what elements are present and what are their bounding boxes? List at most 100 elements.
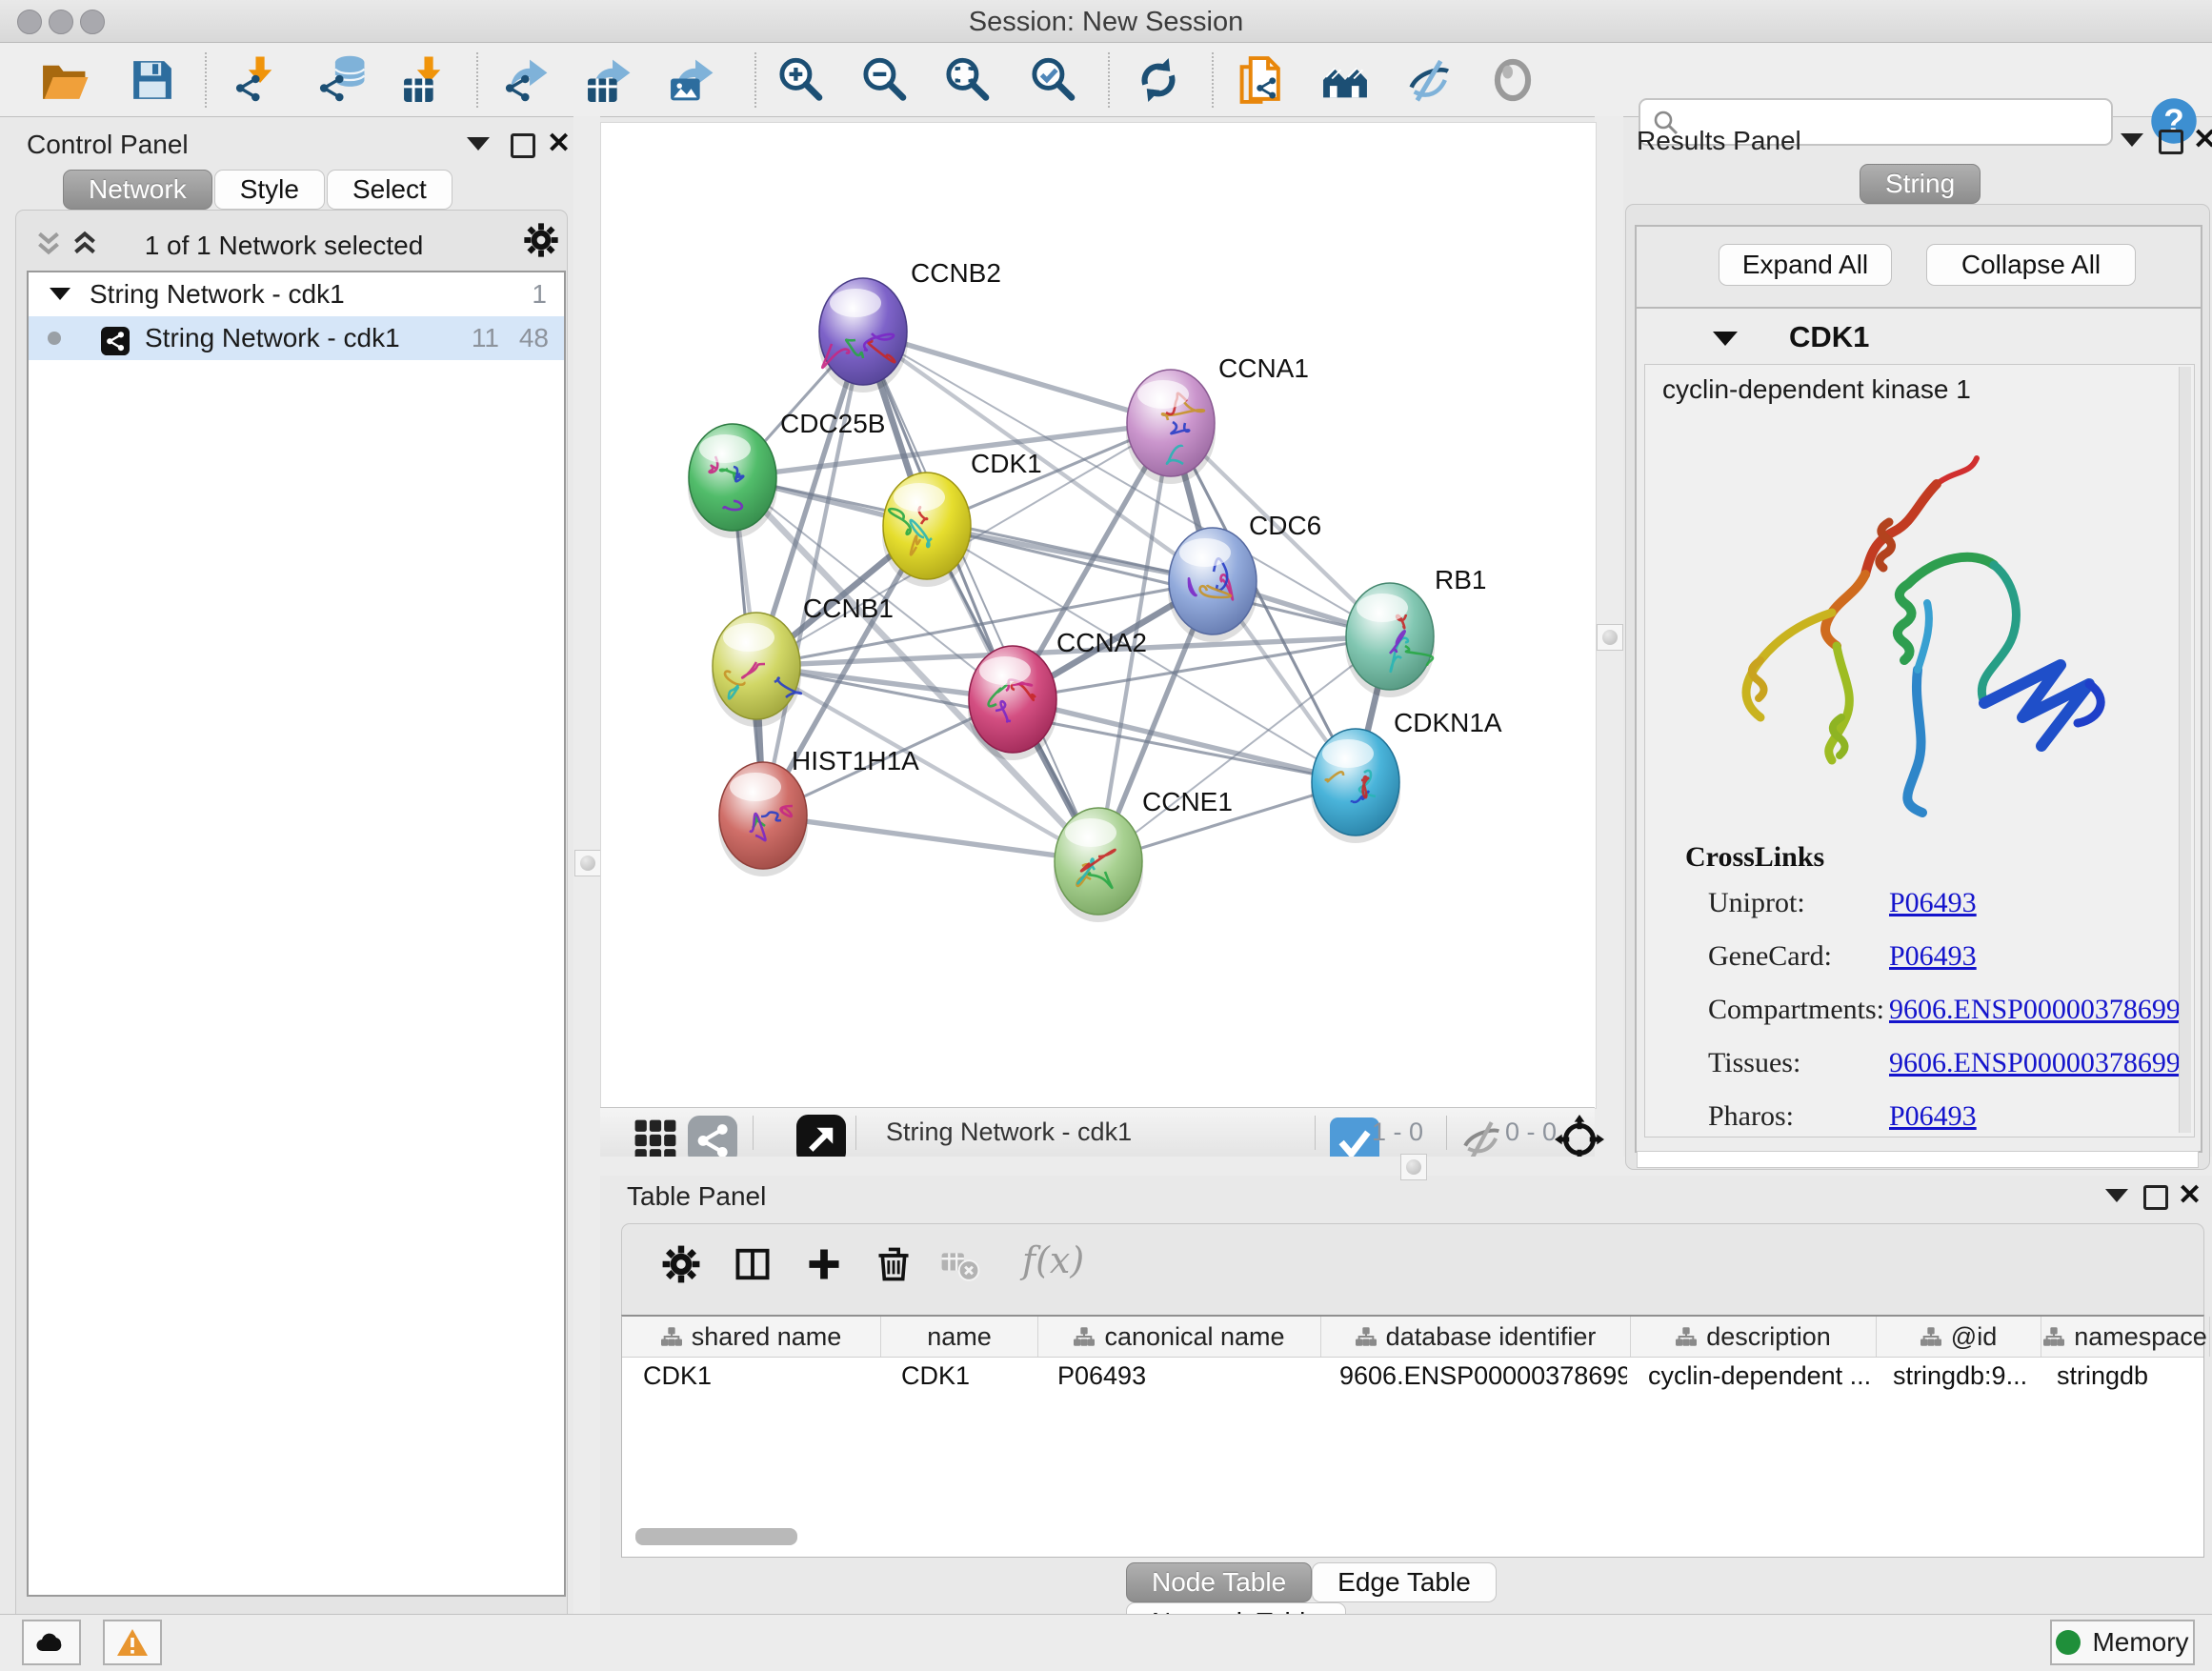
table-cell[interactable]: stringdb:9... xyxy=(1872,1358,2036,1398)
import-database-icon[interactable] xyxy=(316,55,366,105)
close-panel-icon[interactable]: ✕ xyxy=(2193,128,2212,156)
splitter-handle[interactable] xyxy=(574,850,601,876)
warning-button[interactable] xyxy=(103,1620,162,1665)
network-node[interactable]: CDKN1A xyxy=(1311,708,1502,843)
string-badge-icon[interactable] xyxy=(688,1116,724,1152)
network-node[interactable]: HIST1H1A xyxy=(718,746,919,876)
refresh-layout-icon[interactable] xyxy=(1134,55,1183,105)
collapse-panel-icon[interactable] xyxy=(2105,1189,2134,1218)
float-panel-icon[interactable] xyxy=(2143,1185,2172,1214)
delete-column-icon[interactable] xyxy=(873,1243,915,1285)
collapse-panel-icon[interactable] xyxy=(467,137,495,166)
vertical-scrollbar[interactable] xyxy=(2179,367,2191,1133)
zoom-in-icon[interactable] xyxy=(775,55,825,105)
collapse-all-button[interactable]: Collapse All xyxy=(1926,244,2136,286)
network-canvas[interactable]: CCNB2CCNA1CDC25BCDK1CDC6RB1CCNB1CCNA2CDK… xyxy=(600,122,1597,1109)
home-icon[interactable] xyxy=(1320,55,1370,105)
table-cell[interactable]: stringdb xyxy=(2036,1358,2203,1398)
save-session-icon[interactable] xyxy=(128,55,177,105)
network-collection-row[interactable]: String Network - cdk1 1 xyxy=(29,272,564,316)
table-cell[interactable]: P06493 xyxy=(1036,1358,1318,1398)
tab-edge-table[interactable]: Edge Table xyxy=(1312,1562,1497,1602)
left-splitter[interactable] xyxy=(573,116,600,1614)
horizontal-scrollbar-thumb[interactable] xyxy=(635,1528,797,1545)
gear-icon[interactable] xyxy=(660,1243,702,1285)
crosslink-row: Compartments:9606.ENSP00000378699 xyxy=(1708,994,2184,1026)
import-network-icon[interactable] xyxy=(232,55,282,105)
cytoscape-window: Session: New Session ? Control Panel ✕ N… xyxy=(0,0,2212,1671)
memory-button[interactable]: Memory xyxy=(2050,1620,2195,1665)
column-header-name[interactable]: name xyxy=(881,1317,1038,1357)
crosslink-value[interactable]: 9606.ENSP00000378699 xyxy=(1889,994,2181,1026)
network-node[interactable]: CDC6 xyxy=(1168,511,1321,642)
network-graph[interactable]: CCNB2CCNA1CDC25BCDK1CDC6RB1CCNB1CCNA2CDK… xyxy=(601,123,1596,1111)
table-cell[interactable]: CDK1 xyxy=(622,1358,880,1398)
table-cell[interactable]: CDK1 xyxy=(880,1358,1036,1398)
zoom-out-icon[interactable] xyxy=(859,55,909,105)
cloud-button[interactable] xyxy=(22,1620,81,1665)
add-column-icon[interactable] xyxy=(803,1243,845,1285)
section-expander-icon[interactable] xyxy=(1713,332,1738,346)
selected-checkbox-icon[interactable] xyxy=(1330,1117,1360,1148)
import-table-icon[interactable] xyxy=(401,55,451,105)
crosslink-value[interactable]: 9606.ENSP00000378699 xyxy=(1889,1047,2181,1079)
network-node[interactable]: CCNB2 xyxy=(818,258,1001,393)
grid-view-icon[interactable] xyxy=(631,1116,667,1152)
birds-eye-view-icon[interactable] xyxy=(796,1115,835,1153)
clear-table-icon[interactable] xyxy=(939,1243,981,1285)
hide-graphics-details-icon[interactable] xyxy=(1404,55,1454,105)
columns-icon[interactable] xyxy=(732,1243,774,1285)
network-node[interactable]: RB1 xyxy=(1345,565,1486,697)
right-splitter[interactable] xyxy=(1595,116,1623,1174)
expand-collapse-box: Expand All Collapse All xyxy=(1635,225,2202,309)
zoom-fit-icon[interactable] xyxy=(942,55,992,105)
fit-content-icon[interactable] xyxy=(1555,1115,1593,1153)
splitter-handle[interactable] xyxy=(1597,624,1623,651)
table-cell[interactable]: 9606.ENSP00000378699 xyxy=(1318,1358,1627,1398)
float-panel-icon[interactable] xyxy=(2159,130,2187,158)
toolbar-separator xyxy=(1212,52,1214,108)
function-icon[interactable]: f(x) xyxy=(1022,1239,1084,1281)
tab-style[interactable]: Style xyxy=(214,170,325,210)
close-panel-icon[interactable]: ✕ xyxy=(547,131,575,160)
table-row[interactable]: CDK1CDK1P064939606.ENSP00000378699cyclin… xyxy=(622,1358,2203,1398)
column-header-namespace[interactable]: namespace xyxy=(2041,1317,2210,1357)
tab-select[interactable]: Select xyxy=(327,170,452,210)
gene-name: CDK1 xyxy=(1789,320,1869,354)
export-network-icon[interactable] xyxy=(502,55,552,105)
tab-node-table[interactable]: Node Table xyxy=(1126,1562,1312,1602)
tab-string[interactable]: String xyxy=(1860,164,1981,204)
network-node[interactable]: CCNE1 xyxy=(1054,787,1233,922)
zoom-selected-icon[interactable] xyxy=(1028,55,1077,105)
network-node[interactable]: CDC25B xyxy=(688,409,885,538)
column-header-shared-name[interactable]: shared name xyxy=(622,1317,881,1357)
column-header--id[interactable]: @id xyxy=(1877,1317,2041,1357)
network-node[interactable]: CCNA1 xyxy=(1126,353,1309,484)
current-network-dot-icon xyxy=(48,332,61,345)
main-toolbar: ? xyxy=(0,43,2212,117)
float-panel-icon[interactable] xyxy=(511,133,539,162)
collapse-panel-icon[interactable] xyxy=(2121,133,2149,162)
collapse-all-icon[interactable] xyxy=(34,229,63,257)
column-header-canonical-name[interactable]: canonical name xyxy=(1038,1317,1321,1357)
crosslink-value[interactable]: P06493 xyxy=(1889,887,1977,919)
show-graphics-details-icon[interactable] xyxy=(1488,55,1538,105)
export-table-icon[interactable] xyxy=(585,55,634,105)
open-session-icon[interactable] xyxy=(40,55,90,105)
column-header-description[interactable]: description xyxy=(1631,1317,1877,1357)
gear-icon[interactable] xyxy=(522,221,564,263)
network-row-selected[interactable]: String Network - cdk1 11 48 xyxy=(29,316,564,360)
expander-icon[interactable] xyxy=(50,288,70,300)
expand-all-icon[interactable] xyxy=(70,229,99,257)
column-label: namespace xyxy=(2074,1322,2207,1352)
expand-all-button[interactable]: Expand All xyxy=(1719,244,1892,286)
close-panel-icon[interactable]: ✕ xyxy=(2178,1183,2206,1212)
table-cell[interactable]: cyclin-dependent ... xyxy=(1627,1358,1872,1398)
column-header-database-identifier[interactable]: database identifier xyxy=(1321,1317,1631,1357)
network-snapshot-icon[interactable] xyxy=(1237,55,1287,105)
tab-network[interactable]: Network xyxy=(63,170,212,210)
crosslink-value[interactable]: P06493 xyxy=(1889,940,1977,973)
crosslink-value[interactable]: P06493 xyxy=(1889,1100,1977,1133)
gene-details: cyclin-dependent kinase 1 xyxy=(1644,364,2195,1137)
export-image-icon[interactable] xyxy=(668,55,717,105)
